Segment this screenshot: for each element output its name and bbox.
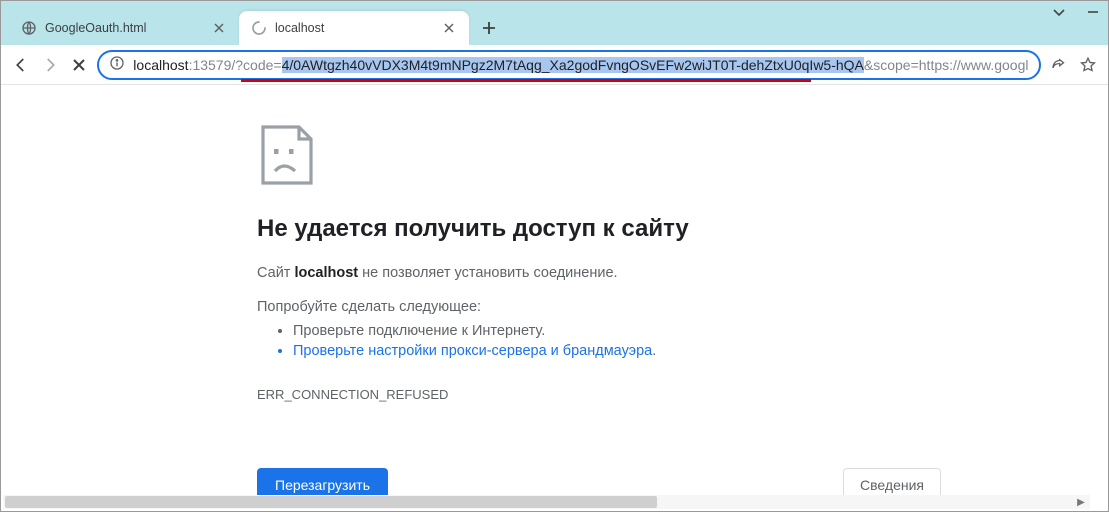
window-controls (1052, 5, 1100, 19)
suggestion-check-connection: Проверьте подключение к Интернету. (293, 321, 1108, 341)
suggestion-check-proxy: Проверьте настройки прокси-сервера и бра… (293, 341, 1108, 361)
bookmark-star-icon[interactable] (1077, 51, 1098, 79)
scrollbar-thumb[interactable] (5, 496, 657, 508)
new-tab-button[interactable] (475, 14, 503, 42)
url-rest: &scope=https://www.googl (864, 57, 1029, 73)
stop-button[interactable] (69, 51, 90, 79)
url-host: localhost (133, 57, 188, 73)
proxy-settings-link[interactable]: Проверьте настройки прокси-сервера и бра… (293, 343, 652, 359)
suggestions-list: Проверьте подключение к Интернету. Прове… (257, 321, 1108, 361)
site-info-icon[interactable] (109, 55, 125, 74)
tab-title: localhost (275, 21, 324, 35)
share-icon[interactable] (1049, 51, 1070, 79)
loading-icon (251, 20, 267, 36)
error-code: ERR_CONNECTION_REFUSED (257, 387, 1108, 402)
error-subtitle-host: localhost (294, 265, 358, 281)
tab-title: GoogleOauth.html (45, 21, 146, 35)
error-subtitle-prefix: Сайт (257, 265, 294, 281)
url-path: :13579/?code= (189, 57, 282, 73)
scroll-right-arrow[interactable]: ▶ (1074, 495, 1088, 509)
tab-strip: GoogleOauth.html localhost (1, 1, 503, 45)
close-icon[interactable] (211, 20, 227, 36)
tab-localhost[interactable]: localhost (239, 11, 469, 45)
tab-googleoauth[interactable]: GoogleOauth.html (9, 11, 239, 45)
globe-icon (21, 20, 37, 36)
browser-toolbar: localhost:13579/?code=4/0AWtgzh40vVDX3M4… (1, 45, 1108, 85)
annotation-underline (241, 79, 810, 82)
address-bar[interactable]: localhost:13579/?code=4/0AWtgzh40vVDX3M4… (97, 50, 1040, 80)
suggestion-suffix: . (652, 343, 656, 359)
browser-titlebar: GoogleOauth.html localhost (1, 1, 1108, 45)
minimize-button[interactable] (1086, 5, 1100, 19)
error-page: Не удается получить доступ к сайту Сайт … (1, 85, 1108, 502)
error-subtitle: Сайт localhost не позволяет установить с… (257, 265, 1108, 281)
close-icon[interactable] (441, 20, 457, 36)
forward-button[interactable] (40, 51, 61, 79)
sad-page-icon (257, 125, 317, 187)
url-selected-code: 4/0AWtgzh40vVDX3M4t9mNPgz2M7tAqg_Xa2godF… (282, 57, 864, 73)
horizontal-scrollbar[interactable]: ▶ (3, 495, 1090, 509)
omnibox-wrap: localhost:13579/?code=4/0AWtgzh40vVDX3M4… (97, 50, 1040, 80)
chevron-down-icon[interactable] (1052, 5, 1066, 19)
error-title: Не удается получить доступ к сайту (257, 215, 1108, 243)
back-button[interactable] (11, 51, 32, 79)
try-label: Попробуйте сделать следующее: (257, 299, 1108, 315)
error-subtitle-suffix: не позволяет установить соединение. (358, 265, 617, 281)
